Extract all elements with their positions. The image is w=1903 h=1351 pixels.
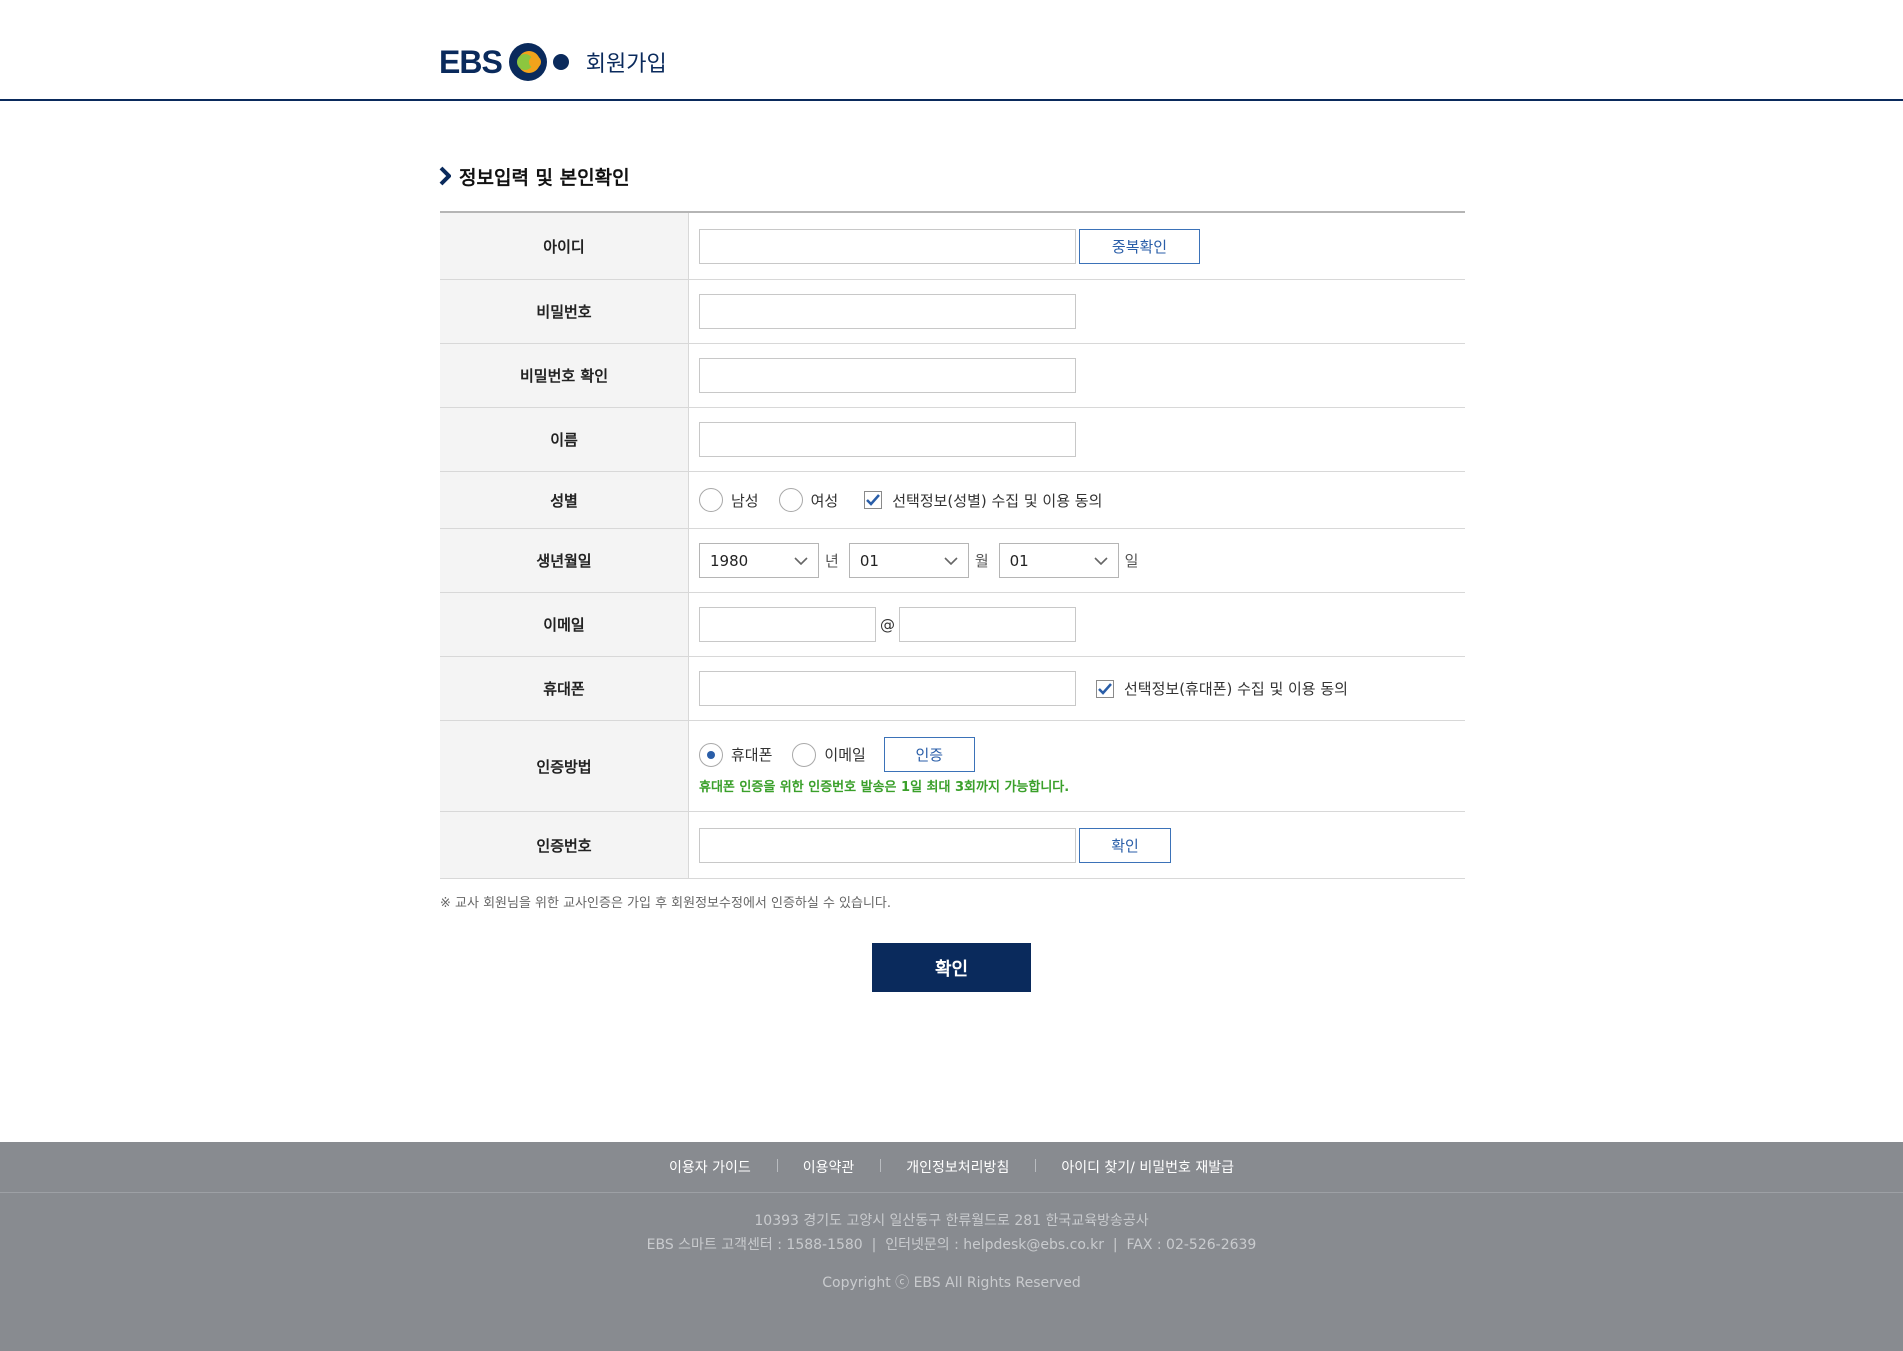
id-input[interactable] (699, 228, 1076, 264)
gender-consent-checkbox[interactable] (864, 491, 883, 509)
send-auth-button[interactable]: 인증 (883, 737, 975, 772)
id-label: 아이디 (440, 213, 689, 279)
password-confirm-label: 비밀번호 확인 (440, 344, 689, 407)
gender-female-label[interactable]: 여성 (811, 490, 839, 511)
gender-male-label[interactable]: 남성 (731, 490, 759, 511)
row-auth-method: 인증방법 휴대폰 이메일 인증 휴대폰 인증을 위한 인증번호 발송은 1일 최… (440, 721, 1465, 812)
gender-label: 성별 (440, 472, 689, 528)
birth-day-unit: 일 (1124, 552, 1139, 570)
row-gender: 성별 남성 여성 선택정보(성별) 수집 및 이용 동의 (440, 472, 1465, 529)
birth-month-unit: 월 (974, 552, 989, 570)
name-label: 이름 (440, 408, 689, 471)
phone-consent-checkbox[interactable] (1096, 679, 1114, 698)
row-birthdate: 생년월일 1980 년 01 월 01 일 (440, 529, 1465, 593)
password-input[interactable] (699, 294, 1076, 329)
birth-year-select[interactable]: 1980 (699, 543, 819, 578)
footer-link-terms[interactable]: 이용약관 (776, 1157, 881, 1177)
auth-code-label: 인증번호 (440, 812, 689, 878)
birth-day-select[interactable]: 01 (998, 543, 1119, 578)
auth-email-radio[interactable] (792, 742, 817, 767)
email-at-sign: @ (880, 615, 895, 634)
birth-year-unit: 년 (825, 552, 839, 570)
footer-link-privacy[interactable]: 개인정보처리방침 (880, 1157, 1035, 1177)
chevron-down-icon (794, 556, 808, 565)
ebs-logo[interactable]: EBS 회원가입 (439, 42, 667, 82)
row-password-confirm: 비밀번호 확인 (440, 344, 1465, 408)
page-header: EBS 회원가입 (0, 0, 1903, 101)
footer-address: 10393 경기도 고양시 일산동구 한류월드로 281 한국교육방송공사 (754, 1213, 1149, 1229)
password-label: 비밀번호 (440, 280, 689, 343)
password-confirm-input[interactable] (699, 358, 1076, 393)
row-name: 이름 (440, 408, 1465, 472)
name-input[interactable] (699, 422, 1076, 457)
checkmark-icon (1098, 682, 1112, 695)
auth-code-confirm-button[interactable]: 확인 (1079, 827, 1171, 863)
gender-consent-label[interactable]: 선택정보(성별) 수집 및 이용 동의 (892, 490, 1102, 511)
signup-form-table: 아이디 중복확인 비밀번호 비밀번호 확인 이름 성별 남성 여성 선택정보(성… (440, 211, 1465, 879)
birth-year-value: 1980 (710, 551, 749, 570)
phone-consent-label[interactable]: 선택정보(휴대폰) 수집 및 이용 동의 (1124, 678, 1348, 699)
auth-notice: 휴대폰 인증을 위한 인증번호 발송은 1일 최대 3회까지 가능합니다. (699, 780, 1070, 795)
submit-button[interactable]: 확인 (872, 943, 1031, 992)
logo-text: EBS (439, 43, 503, 80)
email-label: 이메일 (440, 593, 689, 656)
phone-label: 휴대폰 (440, 657, 689, 720)
row-id: 아이디 중복확인 (440, 213, 1465, 280)
row-email: 이메일 @ (440, 593, 1465, 657)
page-footer: 이용자 가이드 이용약관 개인정보처리방침 아이디 찾기/ 비밀번호 재발급 1… (0, 1142, 1903, 1351)
id-duplicate-check-button[interactable]: 중복확인 (1079, 228, 1200, 264)
footer-links: 이용자 가이드 이용약관 개인정보처리방침 아이디 찾기/ 비밀번호 재발급 (0, 1142, 1903, 1193)
footer-copyright: Copyright ⓒ EBS All Rights Reserved (822, 1275, 1081, 1291)
birth-day-value: 01 (1009, 551, 1029, 570)
section-title: 정보입력 및 본인확인 (439, 162, 630, 190)
auth-email-label[interactable]: 이메일 (824, 744, 865, 765)
teacher-auth-footnote: ※ 교사 회원님을 위한 교사인증은 가입 후 회원정보수정에서 인증하실 수 … (440, 896, 892, 911)
checkmark-icon (866, 494, 881, 506)
row-password: 비밀번호 (440, 280, 1465, 344)
gender-female-radio[interactable] (778, 488, 803, 512)
section-title-text: 정보입력 및 본인확인 (459, 166, 630, 189)
page-subtitle: 회원가입 (585, 52, 667, 77)
birth-month-select[interactable]: 01 (848, 543, 969, 578)
email-local-input[interactable] (699, 607, 876, 642)
auth-phone-radio[interactable] (699, 742, 723, 767)
row-phone: 휴대폰 선택정보(휴대폰) 수집 및 이용 동의 (440, 657, 1465, 721)
auth-method-label: 인증방법 (440, 721, 689, 811)
auth-phone-label[interactable]: 휴대폰 (731, 744, 772, 765)
ebs-logo-mark-icon (508, 43, 569, 81)
email-domain-input[interactable] (899, 607, 1076, 642)
footer-link-user-guide[interactable]: 이용자 가이드 (643, 1157, 777, 1177)
gender-male-radio[interactable] (699, 488, 723, 512)
chevron-down-icon (944, 556, 958, 565)
footer-link-find-account[interactable]: 아이디 찾기/ 비밀번호 재발급 (1035, 1157, 1260, 1177)
chevron-right-icon (439, 166, 451, 186)
row-auth-code: 인증번호 확인 (440, 812, 1465, 879)
chevron-down-icon (1094, 556, 1108, 565)
birthdate-label: 생년월일 (440, 529, 689, 592)
footer-contact: EBS 스마트 고객센터 : 1588-1580 | 인터넷문의 : helpd… (646, 1237, 1257, 1253)
auth-code-input[interactable] (699, 827, 1076, 863)
phone-input[interactable] (699, 671, 1076, 706)
birth-month-value: 01 (859, 551, 879, 570)
